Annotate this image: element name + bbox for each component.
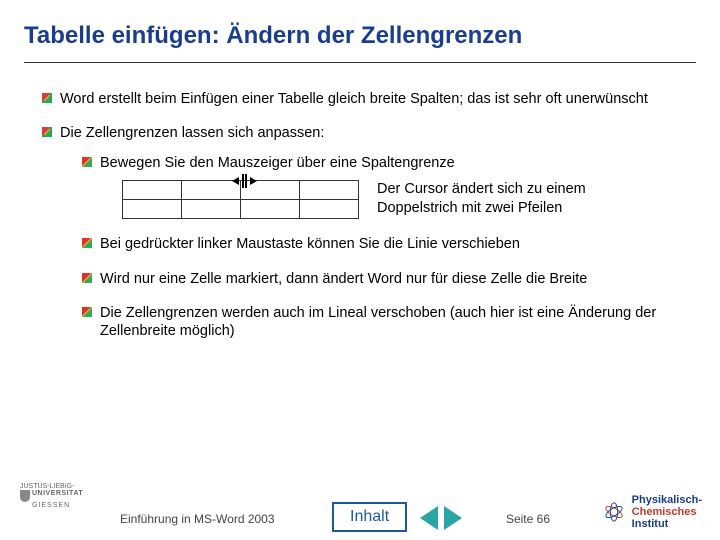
bullet-text: Wird nur eine Zelle markiert, dann änder… (100, 271, 587, 287)
course-title: Einführung in MS-Word 2003 (120, 512, 275, 526)
logo-line: UNIVERSITAT (32, 490, 83, 497)
bullet-item: Die Zellengrenzen lassen sich anpassen: … (42, 124, 690, 340)
sub-bullet-item: Bewegen Sie den Mauszeiger über eine Spa… (82, 154, 690, 219)
table-demo: Der Cursor ändert sich zu einem Doppelst… (122, 180, 690, 219)
institute-logo: Physikalisch- Chemisches Institut (603, 494, 702, 530)
bullet-text: Bewegen Sie den Mauszeiger über eine Spa… (100, 155, 455, 171)
cursor-description: Der Cursor ändert sich zu einem Doppelst… (377, 180, 647, 216)
footer: JUSTUS-LIEBIG- UNIVERSITAT GIESSEN Einfü… (0, 486, 720, 540)
bullet-item: Word erstellt beim Einfügen einer Tabell… (42, 90, 690, 108)
logo-line: Institut (632, 518, 702, 530)
contents-button[interactable]: Inhalt (332, 502, 407, 532)
logo-line: GIESSEN (20, 502, 83, 510)
logo-line: Chemisches (632, 506, 702, 518)
orbital-icon (603, 501, 625, 523)
nav-arrows (420, 506, 462, 530)
slide: Tabelle einfügen: Ändern der Zellengrenz… (0, 0, 720, 540)
bullet-text: Word erstellt beim Einfügen einer Tabell… (60, 91, 648, 107)
next-slide-icon[interactable] (444, 506, 462, 530)
page-title: Tabelle einfügen: Ändern der Zellengrenz… (24, 22, 696, 50)
bullet-text: Bei gedrückter linker Maustaste können S… (100, 236, 520, 252)
prev-slide-icon[interactable] (420, 506, 438, 530)
bullet-text: Die Zellengrenzen werden auch im Lineal … (100, 305, 656, 339)
crest-icon (20, 490, 30, 502)
university-logo: JUSTUS-LIEBIG- UNIVERSITAT GIESSEN (20, 483, 83, 510)
sub-bullet-item: Bei gedrückter linker Maustaste können S… (82, 235, 690, 253)
logo-line: JUSTUS-LIEBIG- (20, 483, 83, 491)
bullet-text: Die Zellengrenzen lassen sich anpassen: (60, 125, 324, 141)
sub-bullet-item: Wird nur eine Zelle markiert, dann änder… (82, 270, 690, 288)
title-underline (24, 62, 696, 63)
page-number: Seite 66 (506, 512, 550, 526)
sub-bullet-item: Die Zellengrenzen werden auch im Lineal … (82, 304, 690, 340)
column-resize-cursor-icon (230, 174, 260, 190)
content-area: Word erstellt beim Einfügen einer Tabell… (42, 90, 690, 356)
logo-line: Physikalisch- (632, 494, 702, 506)
